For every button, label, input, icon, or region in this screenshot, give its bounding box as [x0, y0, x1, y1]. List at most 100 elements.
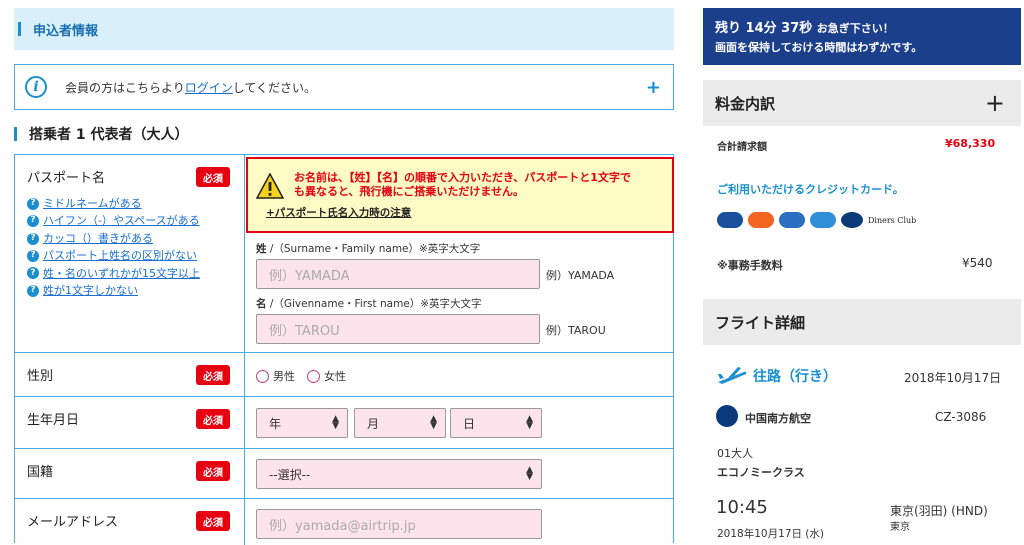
passport-name-label-cell: パスポート名 必須 ? ミドルネームがある ? ハイフン（-）やスペースがある ? カ…	[15, 155, 245, 352]
flight-number: CZ-3086	[935, 410, 987, 424]
surname-label-main: 姓	[256, 243, 267, 255]
amex-icon	[810, 212, 836, 228]
credit-card-logos: Diners Club	[717, 212, 916, 228]
gender-male-label: 男性	[273, 370, 295, 383]
login-text-before: 会員の方はこちらより	[65, 80, 185, 95]
email-label-cell: メールアドレス 必須	[15, 499, 245, 545]
help-icon: ?	[27, 197, 39, 210]
timer-minutes: 14分	[745, 21, 777, 36]
departure-city: 東京	[890, 522, 910, 533]
help-link-hyphen[interactable]: ハイフン（-）やスペースがある	[43, 212, 200, 229]
gender-label-cell: 性別 必須	[15, 353, 245, 396]
birthdate-label: 生年月日	[27, 413, 80, 428]
flight-direction: 往路（行き）	[753, 369, 837, 385]
given-label-main: 名	[256, 298, 267, 310]
required-badge: 必須	[196, 409, 230, 429]
mastercard-icon	[748, 212, 774, 228]
nationality-label-cell: 国籍 必須	[15, 449, 245, 498]
select-arrows-icon: ▲ ▼	[526, 465, 533, 482]
section-bar	[18, 22, 21, 36]
warning-icon	[256, 173, 284, 199]
passenger-title-text: 搭乗者 1 代表者（大人）	[29, 127, 189, 143]
radio-circle-icon	[307, 369, 320, 383]
section-bar	[14, 127, 17, 141]
timer-remaining: 残り	[715, 21, 742, 36]
fees-panel-header[interactable]: 料金内訳 +	[703, 80, 1021, 126]
china-southern-logo-icon	[716, 405, 738, 427]
total-value: ¥68,330	[945, 137, 996, 150]
select-arrows-icon: ▲ ▼	[430, 414, 437, 431]
email-label: メールアドレス	[27, 515, 119, 530]
given-name-label: 名 /（Givenname・First name）※英字大文字	[256, 296, 482, 311]
passport-help-links: ? ミドルネームがある ? ハイフン（-）やスペースがある ? カッコ（）書きがある …	[27, 195, 200, 299]
passport-name-label: パスポート名	[27, 171, 106, 186]
login-notice[interactable]: i 会員の方はこちらより ログイン してください。 +	[14, 64, 674, 110]
surname-label: 姓 /（Surname・Family name）※英字大文字	[256, 241, 480, 256]
given-name-example: 例）TAROU	[546, 324, 606, 337]
required-badge: 必須	[196, 511, 230, 531]
birth-day-select[interactable]: 日 ▲ ▼	[450, 408, 542, 438]
cabin-class: エコノミークラス	[717, 466, 805, 479]
select-arrows-icon: ▲ ▼	[526, 414, 533, 431]
warning-line-2: も異なると、飛行機にご搭乗いただけません。	[294, 184, 525, 198]
passport-name-row: パスポート名 必須 ? ミドルネームがある ? ハイフン（-）やスペースがある ? カ…	[15, 155, 674, 353]
info-icon: i	[25, 76, 47, 98]
surname-input[interactable]: 例）YAMADA	[256, 259, 540, 289]
passenger-form: パスポート名 必須 ? ミドルネームがある ? ハイフン（-）やスペースがある ? カ…	[14, 154, 674, 545]
flight-title: フライト詳細	[715, 313, 806, 332]
birth-month-value: 月	[367, 416, 380, 431]
nationality-label: 国籍	[27, 465, 54, 480]
passenger-title: 搭乗者 1 代表者（大人）	[14, 124, 189, 144]
help-link-15-chars[interactable]: 姓・名のいずれかが15文字以上	[43, 265, 200, 282]
help-link-parentheses[interactable]: カッコ（）書きがある	[43, 230, 153, 247]
gender-female-label: 女性	[324, 370, 346, 383]
section-title: 申込者情報	[33, 23, 99, 39]
birthdate-label-cell: 生年月日 必須	[15, 397, 245, 448]
login-text-after: してください。	[232, 80, 317, 95]
passport-caution-link[interactable]: +パスポート氏名入力時の注意	[266, 205, 411, 220]
departure-airport: 東京(羽田) (HND)	[890, 504, 988, 518]
help-icon: ?	[27, 249, 39, 262]
birth-year-value: 年	[269, 416, 282, 431]
help-link-no-distinction[interactable]: パスポート上姓名の区別がない	[43, 247, 197, 264]
email-row: メールアドレス 必須 例）yamada@airtrip.jp	[15, 499, 673, 545]
warning-message: お名前は、【姓】【名】の順番で入力いただき、パスポートと1文字で も異なると、飛…	[294, 171, 631, 198]
help-icon: ?	[27, 215, 39, 228]
expand-plus-icon[interactable]: +	[985, 89, 1005, 117]
diners-club-text: Diners Club	[868, 215, 917, 225]
departure-time: 10:45	[716, 497, 768, 518]
given-label-sub: /（Givenname・First name）※英字大文字	[269, 298, 482, 310]
flight-panel-header: フライト詳細	[703, 299, 1021, 345]
gender-male-radio[interactable]: 男性	[256, 368, 295, 384]
passport-warning-box: お名前は、【姓】【名】の順番で入力いただき、パスポートと1文字で も異なると、飛…	[246, 157, 674, 233]
flight-date: 2018年10月17日	[904, 371, 1002, 385]
nationality-select[interactable]: --選択-- ▲ ▼	[256, 459, 542, 489]
jcb-icon	[779, 212, 805, 228]
fee-value: ¥540	[962, 256, 993, 270]
help-link-middle-name[interactable]: ミドルネームがある	[43, 195, 142, 212]
airline-name: 中国南方航空	[745, 412, 811, 425]
birth-year-select[interactable]: 年 ▲ ▼	[256, 408, 348, 438]
passenger-count: 01大人	[717, 447, 753, 460]
birth-day-value: 日	[463, 416, 476, 431]
required-badge: 必須	[196, 365, 230, 385]
gender-label: 性別	[27, 369, 54, 384]
help-icon: ?	[27, 232, 39, 245]
diners-club-icon	[841, 212, 863, 228]
login-link[interactable]: ログイン	[185, 79, 233, 96]
surname-example: 例）YAMADA	[546, 269, 615, 282]
fees-title: 料金内訳	[715, 94, 776, 113]
airplane-icon	[718, 367, 747, 384]
required-badge: 必須	[196, 167, 230, 187]
help-link-one-char[interactable]: 姓が1文字しかない	[43, 282, 138, 299]
expand-plus-icon[interactable]: +	[646, 77, 661, 98]
visa-icon	[717, 212, 743, 228]
email-input[interactable]: 例）yamada@airtrip.jp	[256, 509, 542, 539]
gender-row: 性別 必須 男性 女性	[15, 353, 673, 397]
timer-seconds: 37秒	[781, 21, 813, 36]
given-name-input[interactable]: 例）TAROU	[256, 314, 540, 344]
session-timer: 残り 14分 37秒 お急ぎ下さい！ 画面を保持しておける時間はわずかです。	[703, 8, 1021, 65]
birth-month-select[interactable]: 月 ▲ ▼	[354, 408, 446, 438]
gender-female-radio[interactable]: 女性	[307, 368, 346, 384]
timer-message: 画面を保持しておける時間はわずかです。	[715, 41, 923, 54]
